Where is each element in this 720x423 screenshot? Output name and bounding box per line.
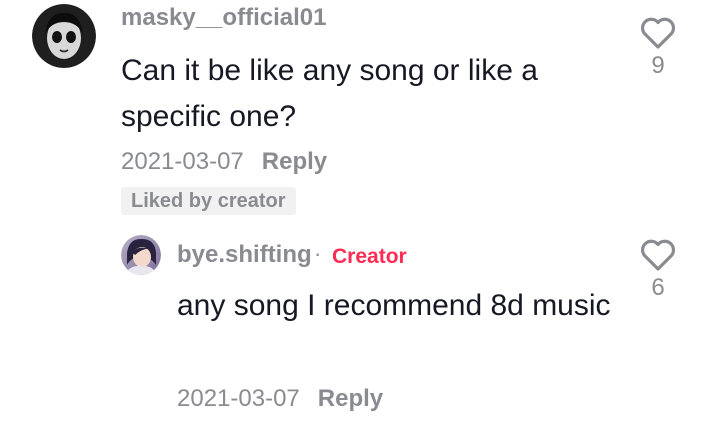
reply-button[interactable]: Reply xyxy=(318,385,383,412)
commenter-username[interactable]: masky__official01 xyxy=(121,4,326,32)
heart-outline-icon[interactable] xyxy=(639,16,677,50)
reply-meta: 2021-03-07 Reply xyxy=(177,385,383,413)
liked-by-creator-badge: Liked by creator xyxy=(121,187,296,215)
comment-like-control[interactable]: 9 xyxy=(633,16,683,80)
separator-dot: · xyxy=(314,241,322,266)
replier-username[interactable]: bye.shifting xyxy=(177,241,312,269)
comment-thread: masky__official01 Can it be like any son… xyxy=(0,0,720,423)
reply-like-control[interactable]: 6 xyxy=(633,238,683,302)
comment-meta: 2021-03-07 Reply xyxy=(121,148,327,176)
replier-avatar[interactable] xyxy=(121,235,161,275)
commenter-avatar[interactable] xyxy=(32,4,96,68)
comment-like-count: 9 xyxy=(651,52,665,79)
reply-date: 2021-03-07 xyxy=(177,385,300,412)
reply-like-count: 6 xyxy=(651,274,665,301)
reply-button[interactable]: Reply xyxy=(262,148,327,175)
comment-text: Can it be like any song or like a specif… xyxy=(121,54,538,133)
reply-text: any song I recommend 8d music xyxy=(177,289,611,322)
user-photo-avatar-icon xyxy=(121,235,161,275)
comment-date: 2021-03-07 xyxy=(121,148,244,175)
masked-face-avatar-icon xyxy=(32,4,96,68)
creator-tag: Creator xyxy=(332,245,407,268)
heart-outline-icon[interactable] xyxy=(639,238,677,272)
